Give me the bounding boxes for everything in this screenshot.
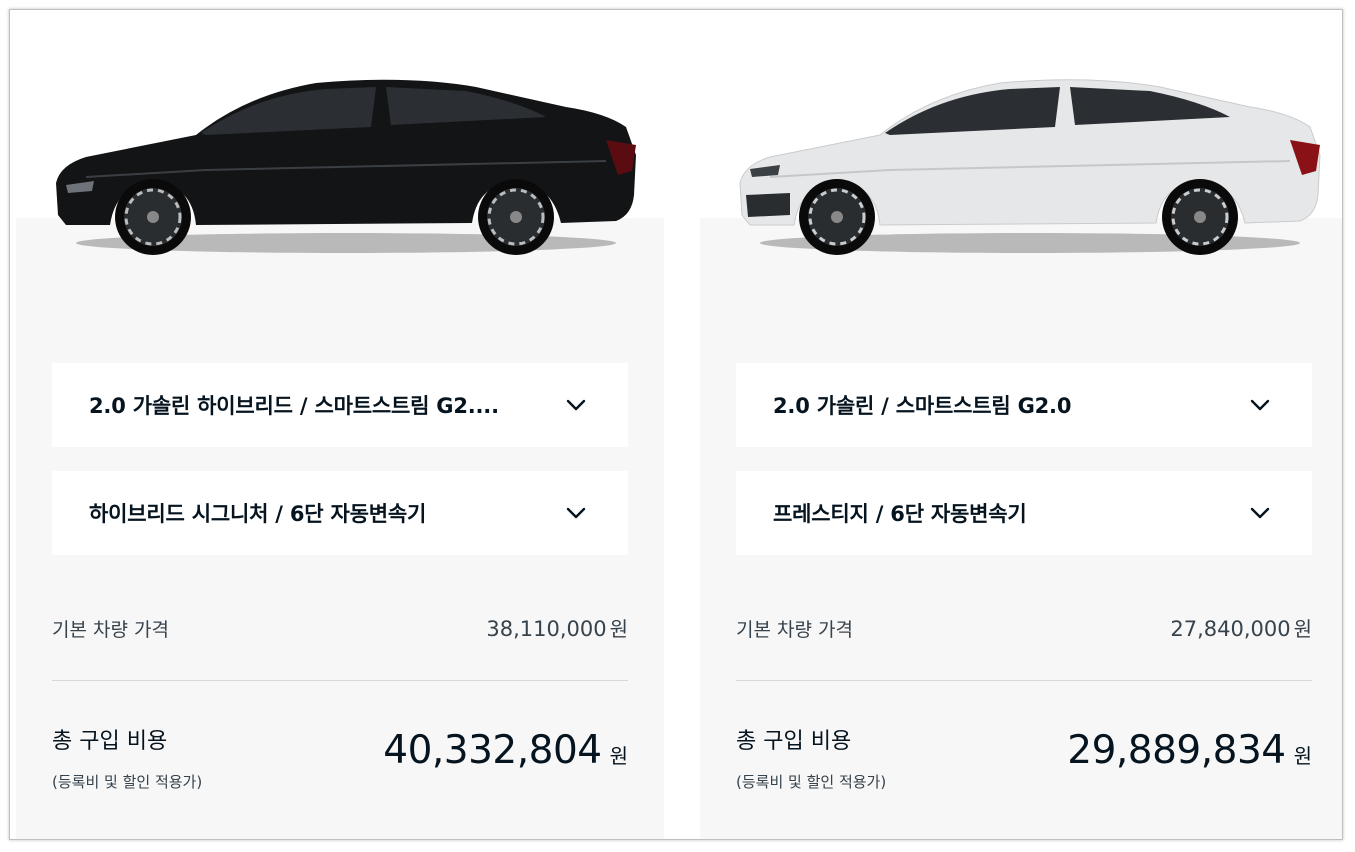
base-price-unit: 원	[609, 617, 628, 641]
chevron-down-icon	[564, 393, 588, 417]
base-price-value: 27,840,000 원	[1170, 613, 1312, 642]
trim-select-label: 프레스티지 / 6단 자동변속기	[773, 502, 1027, 526]
base-price-amount: 27,840,000	[1170, 617, 1291, 641]
chevron-down-icon	[1248, 501, 1272, 525]
total-cost-note: (등록비 및 할인 적용가)	[52, 773, 203, 791]
divider	[52, 680, 628, 681]
trim-select-left[interactable]: 하이브리드 시그니처 / 6단 자동변속기	[52, 471, 628, 555]
total-cost-label: 총 구입 비용	[736, 729, 852, 754]
engine-select-label: 2.0 가솔린 하이브리드 / 스마트스트림 G2....	[89, 394, 499, 418]
total-cost-unit: 원	[609, 744, 628, 768]
trim-card-right: 2.0 가솔린 / 스마트스트림 G2.0 프레스티지 / 6단 자동변속기 기…	[700, 218, 1342, 839]
total-cost-amount: 29,889,834	[1067, 728, 1286, 773]
base-price-label: 기본 차량 가격	[52, 619, 169, 641]
total-cost-note: (등록비 및 할인 적용가)	[736, 773, 887, 791]
chevron-down-icon	[564, 501, 588, 525]
trim-card-left: 2.0 가솔린 하이브리드 / 스마트스트림 G2.... 하이브리드 시그니처…	[16, 218, 664, 839]
engine-select-left[interactable]: 2.0 가솔린 하이브리드 / 스마트스트림 G2....	[52, 363, 628, 447]
chevron-down-icon	[1248, 393, 1272, 417]
base-price-row: 기본 차량 가격 27,840,000 원	[736, 613, 1312, 642]
total-cost-amount: 40,332,804	[383, 728, 602, 773]
total-cost-label: 총 구입 비용	[52, 729, 168, 754]
total-cost-unit: 원	[1293, 744, 1312, 768]
base-price-value: 38,110,000 원	[486, 613, 628, 642]
base-price-unit: 원	[1293, 617, 1312, 641]
total-cost-value: 29,889,834 원	[1067, 728, 1312, 773]
car-image-white	[739, 79, 1321, 255]
trim-select-label: 하이브리드 시그니처 / 6단 자동변속기	[89, 502, 427, 526]
engine-select-right[interactable]: 2.0 가솔린 / 스마트스트림 G2.0	[736, 363, 1312, 447]
base-price-row: 기본 차량 가격 38,110,000 원	[52, 613, 628, 642]
trim-select-right[interactable]: 프레스티지 / 6단 자동변속기	[736, 471, 1312, 555]
comparison-frame: 2.0 가솔린 하이브리드 / 스마트스트림 G2.... 하이브리드 시그니처…	[9, 9, 1343, 840]
total-cost-value: 40,332,804 원	[383, 728, 628, 773]
base-price-amount: 38,110,000	[486, 617, 607, 641]
engine-select-label: 2.0 가솔린 / 스마트스트림 G2.0	[773, 394, 1072, 418]
base-price-label: 기본 차량 가격	[736, 619, 853, 641]
car-image-black	[56, 79, 636, 255]
divider	[736, 680, 1312, 681]
